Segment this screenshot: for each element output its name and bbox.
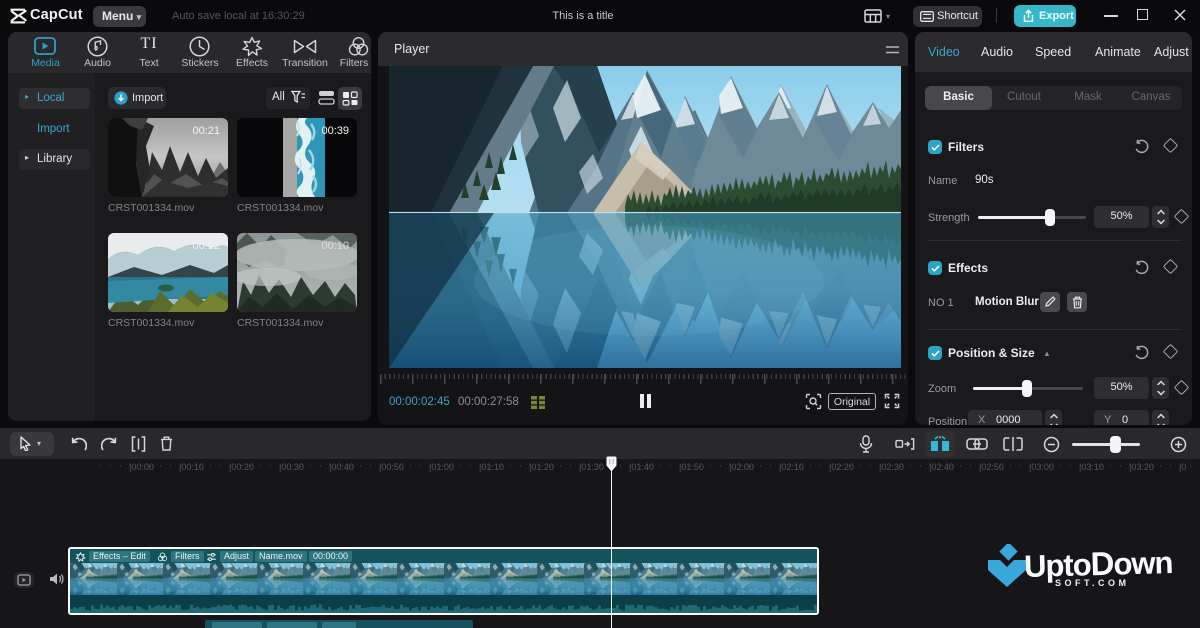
svg-text:00:39: 00:39	[321, 125, 349, 137]
svg-text:00:10: 00:10	[321, 240, 349, 252]
svg-text:00:12: 00:12	[192, 240, 220, 252]
svg-text:00:21: 00:21	[192, 125, 220, 137]
